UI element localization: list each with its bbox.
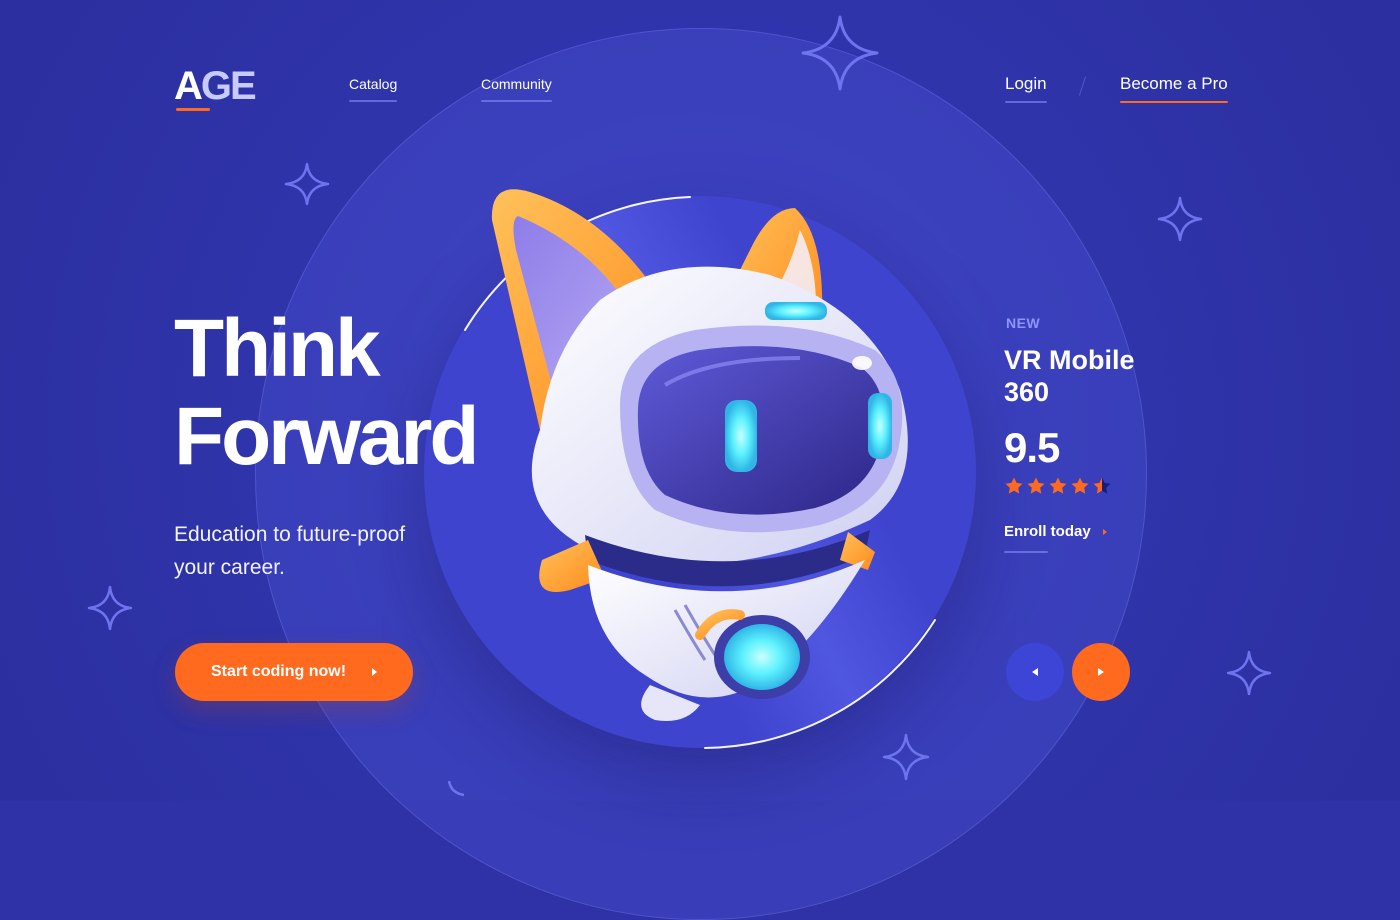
login-link[interactable]: Login	[1005, 74, 1047, 103]
product-title: VR Mobile 360	[1004, 344, 1174, 408]
arrow-left-icon	[1032, 668, 1038, 676]
rating-score: 9.5	[1004, 424, 1060, 471]
product-title-line-2: 360	[1004, 377, 1050, 407]
headline-line-2: Forward	[174, 391, 479, 482]
login-label: Login	[1005, 74, 1047, 93]
nav-community-underline	[481, 100, 552, 102]
star-icon	[1005, 477, 1023, 494]
sparkle-icon	[1226, 650, 1272, 696]
half-star-icon	[1093, 477, 1111, 494]
sparkle-icon	[284, 162, 330, 206]
nav-community[interactable]: Community	[481, 76, 552, 102]
arrow-right-icon	[1098, 668, 1104, 676]
star-icon	[1071, 477, 1089, 494]
nav-catalog-label: Catalog	[349, 76, 398, 92]
logo-underline	[176, 108, 210, 111]
star-rating	[1004, 476, 1112, 496]
star-icon	[1027, 477, 1045, 494]
logo-letters-ge: GE	[200, 64, 257, 108]
chevron-right-icon	[372, 668, 378, 676]
hero-headline: Think Forward	[174, 303, 479, 482]
star-icon	[1049, 477, 1067, 494]
robot-cat-mascot	[491, 189, 908, 721]
enroll-today-label: Enroll today	[1004, 523, 1091, 540]
chevron-right-icon	[1102, 528, 1107, 535]
product-title-line-1: VR Mobile	[1004, 345, 1135, 375]
sparkle-icon	[801, 15, 879, 91]
start-coding-button[interactable]: Start coding now!	[175, 643, 413, 701]
new-badge: NEW	[1006, 315, 1041, 331]
logo[interactable]: AGE	[174, 64, 257, 111]
nav-community-label: Community	[481, 76, 552, 92]
sparkle-icon	[447, 780, 465, 797]
hero-subtitle: Education to future-proof your career.	[174, 518, 474, 584]
subtitle-line-2: your career.	[174, 556, 285, 579]
previous-slide-button[interactable]	[1006, 643, 1064, 701]
nav-catalog[interactable]: Catalog	[349, 76, 398, 102]
sparkle-icon	[1157, 196, 1203, 242]
login-underline	[1005, 101, 1047, 103]
logo-letter-a: A	[174, 64, 203, 108]
subtitle-line-1: Education to future-proof	[174, 523, 406, 546]
sparkle-icon	[882, 733, 930, 781]
become-pro-label: Become a Pro	[1120, 74, 1228, 93]
become-pro-link[interactable]: Become a Pro	[1120, 74, 1228, 103]
next-slide-button[interactable]	[1072, 643, 1130, 701]
start-coding-label: Start coding now!	[210, 663, 347, 680]
enroll-underline	[1004, 551, 1048, 553]
headline-line-1: Think	[174, 303, 381, 394]
become-pro-underline	[1120, 101, 1228, 103]
sparkle-icon	[87, 585, 133, 631]
nav-catalog-underline	[349, 100, 398, 102]
enroll-today-link[interactable]: Enroll today	[1004, 523, 1107, 540]
